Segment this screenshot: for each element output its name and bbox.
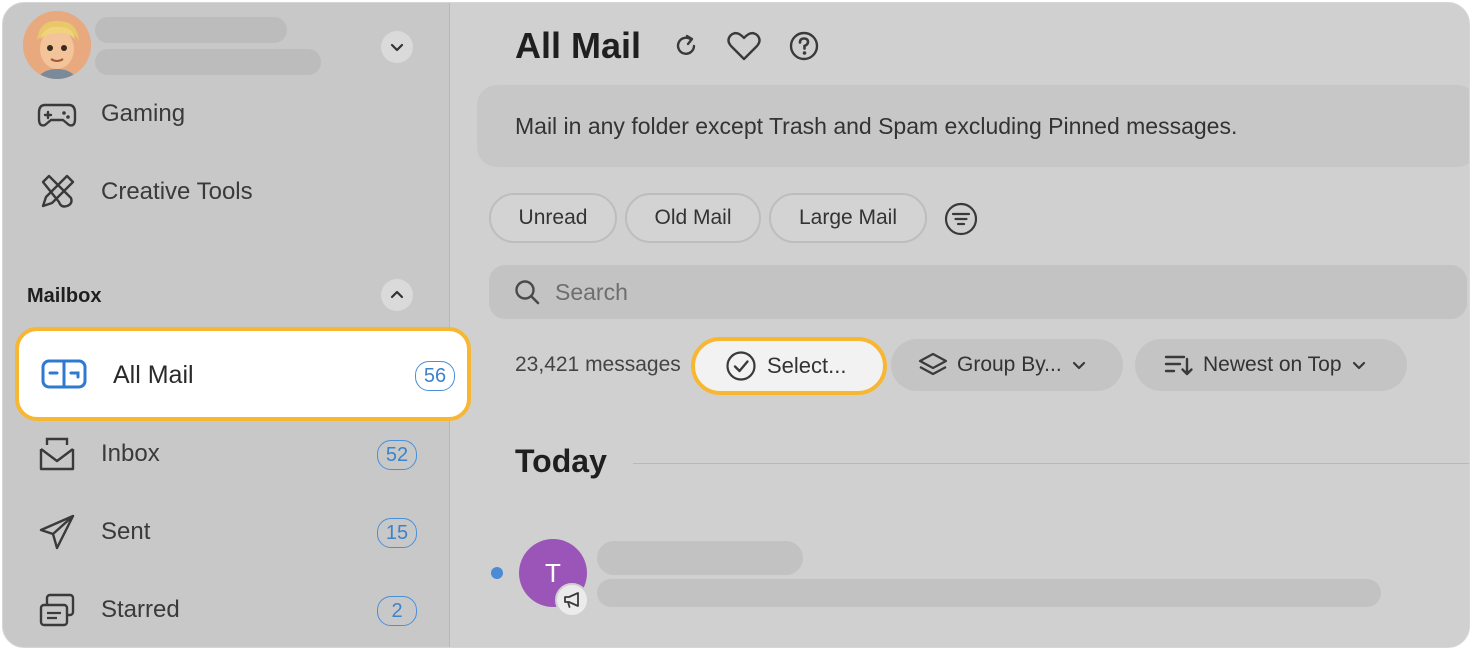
unread-count-badge: 15: [377, 518, 417, 548]
all-mail-icon: [41, 353, 87, 395]
starred-icon: [37, 590, 77, 630]
chevron-up-icon: [390, 290, 404, 299]
sidebar-item-label: Inbox: [101, 440, 160, 467]
account-menu-button[interactable]: [381, 31, 413, 63]
chevron-down-icon: [1352, 361, 1365, 370]
section-header-today: Today: [515, 443, 607, 479]
filter-old-mail[interactable]: Old Mail: [625, 193, 761, 243]
checkmark-circle-icon: [726, 351, 756, 381]
app-window: Gaming Creative Tools Mailbox All Mail 5…: [2, 2, 1470, 648]
refresh-icon: [676, 34, 696, 55]
creative-tools-icon: [37, 172, 77, 212]
avatar[interactable]: [23, 11, 91, 79]
filter-options-button[interactable]: [943, 201, 979, 237]
folder-description: Mail in any folder except Trash and Spam…: [477, 85, 1469, 167]
inbox-icon: [37, 434, 77, 474]
help-button[interactable]: [787, 29, 821, 63]
sidebar: Gaming Creative Tools Mailbox All Mail 5…: [3, 3, 471, 647]
mailbox-collapse-button[interactable]: [381, 279, 413, 311]
favorite-button[interactable]: [727, 29, 761, 63]
sender-placeholder: [597, 541, 803, 575]
layers-icon: [918, 352, 948, 376]
heart-icon: [727, 31, 761, 61]
folder-description-text: Mail in any folder except Trash and Spam…: [515, 112, 1238, 139]
group-by-label: Group By...: [957, 353, 1062, 376]
chevron-down-icon: [1072, 361, 1085, 370]
sidebar-item-starred[interactable]: Starred 2: [17, 575, 469, 645]
unread-count-badge: 52: [377, 440, 417, 470]
unread-count-badge: 2: [377, 596, 417, 626]
sidebar-item-all-mail[interactable]: All Mail 56: [15, 327, 471, 421]
filter-icon: [944, 202, 978, 236]
sort-label: Newest on Top: [1203, 353, 1342, 376]
search-input[interactable]: [553, 277, 1357, 307]
sort-icon: [1164, 355, 1193, 376]
refresh-button[interactable]: [669, 29, 703, 63]
page-title: All Mail: [515, 25, 642, 66]
sidebar-item-label: Starred: [101, 596, 180, 623]
select-button[interactable]: Select...: [691, 337, 887, 395]
group-by-button[interactable]: Group By...: [891, 339, 1123, 391]
search-icon: [515, 280, 540, 305]
sidebar-item-sent[interactable]: Sent 15: [17, 497, 469, 567]
subject-placeholder: [597, 579, 1381, 607]
filter-large-mail[interactable]: Large Mail: [769, 193, 927, 243]
sidebar-item-label: Sent: [101, 518, 151, 545]
filter-unread[interactable]: Unread: [489, 193, 617, 243]
megaphone-icon: [555, 583, 589, 617]
search-bar[interactable]: [489, 265, 1467, 319]
account-name-placeholder: [95, 17, 287, 43]
sidebar-item-label: Gaming: [101, 100, 186, 127]
mailbox-section-title: Mailbox: [27, 285, 102, 307]
gamepad-icon: [37, 94, 77, 134]
sidebar-item-gaming[interactable]: Gaming: [17, 79, 469, 149]
sort-button[interactable]: Newest on Top: [1135, 339, 1407, 391]
unread-indicator: [491, 567, 503, 579]
help-icon: [789, 31, 819, 61]
account-email-placeholder: [95, 49, 321, 75]
sidebar-item-label: Creative Tools: [101, 178, 253, 205]
sent-icon: [37, 512, 77, 552]
unread-count-badge: 56: [415, 361, 455, 391]
message-count: 23,421 messages: [515, 353, 681, 376]
chevron-down-icon: [390, 43, 404, 52]
sidebar-item-creative-tools[interactable]: Creative Tools: [17, 157, 469, 227]
divider: [633, 463, 1469, 464]
sidebar-item-inbox[interactable]: Inbox 52: [17, 419, 469, 489]
sidebar-item-label: All Mail: [113, 361, 194, 389]
select-button-label: Select...: [767, 353, 847, 378]
